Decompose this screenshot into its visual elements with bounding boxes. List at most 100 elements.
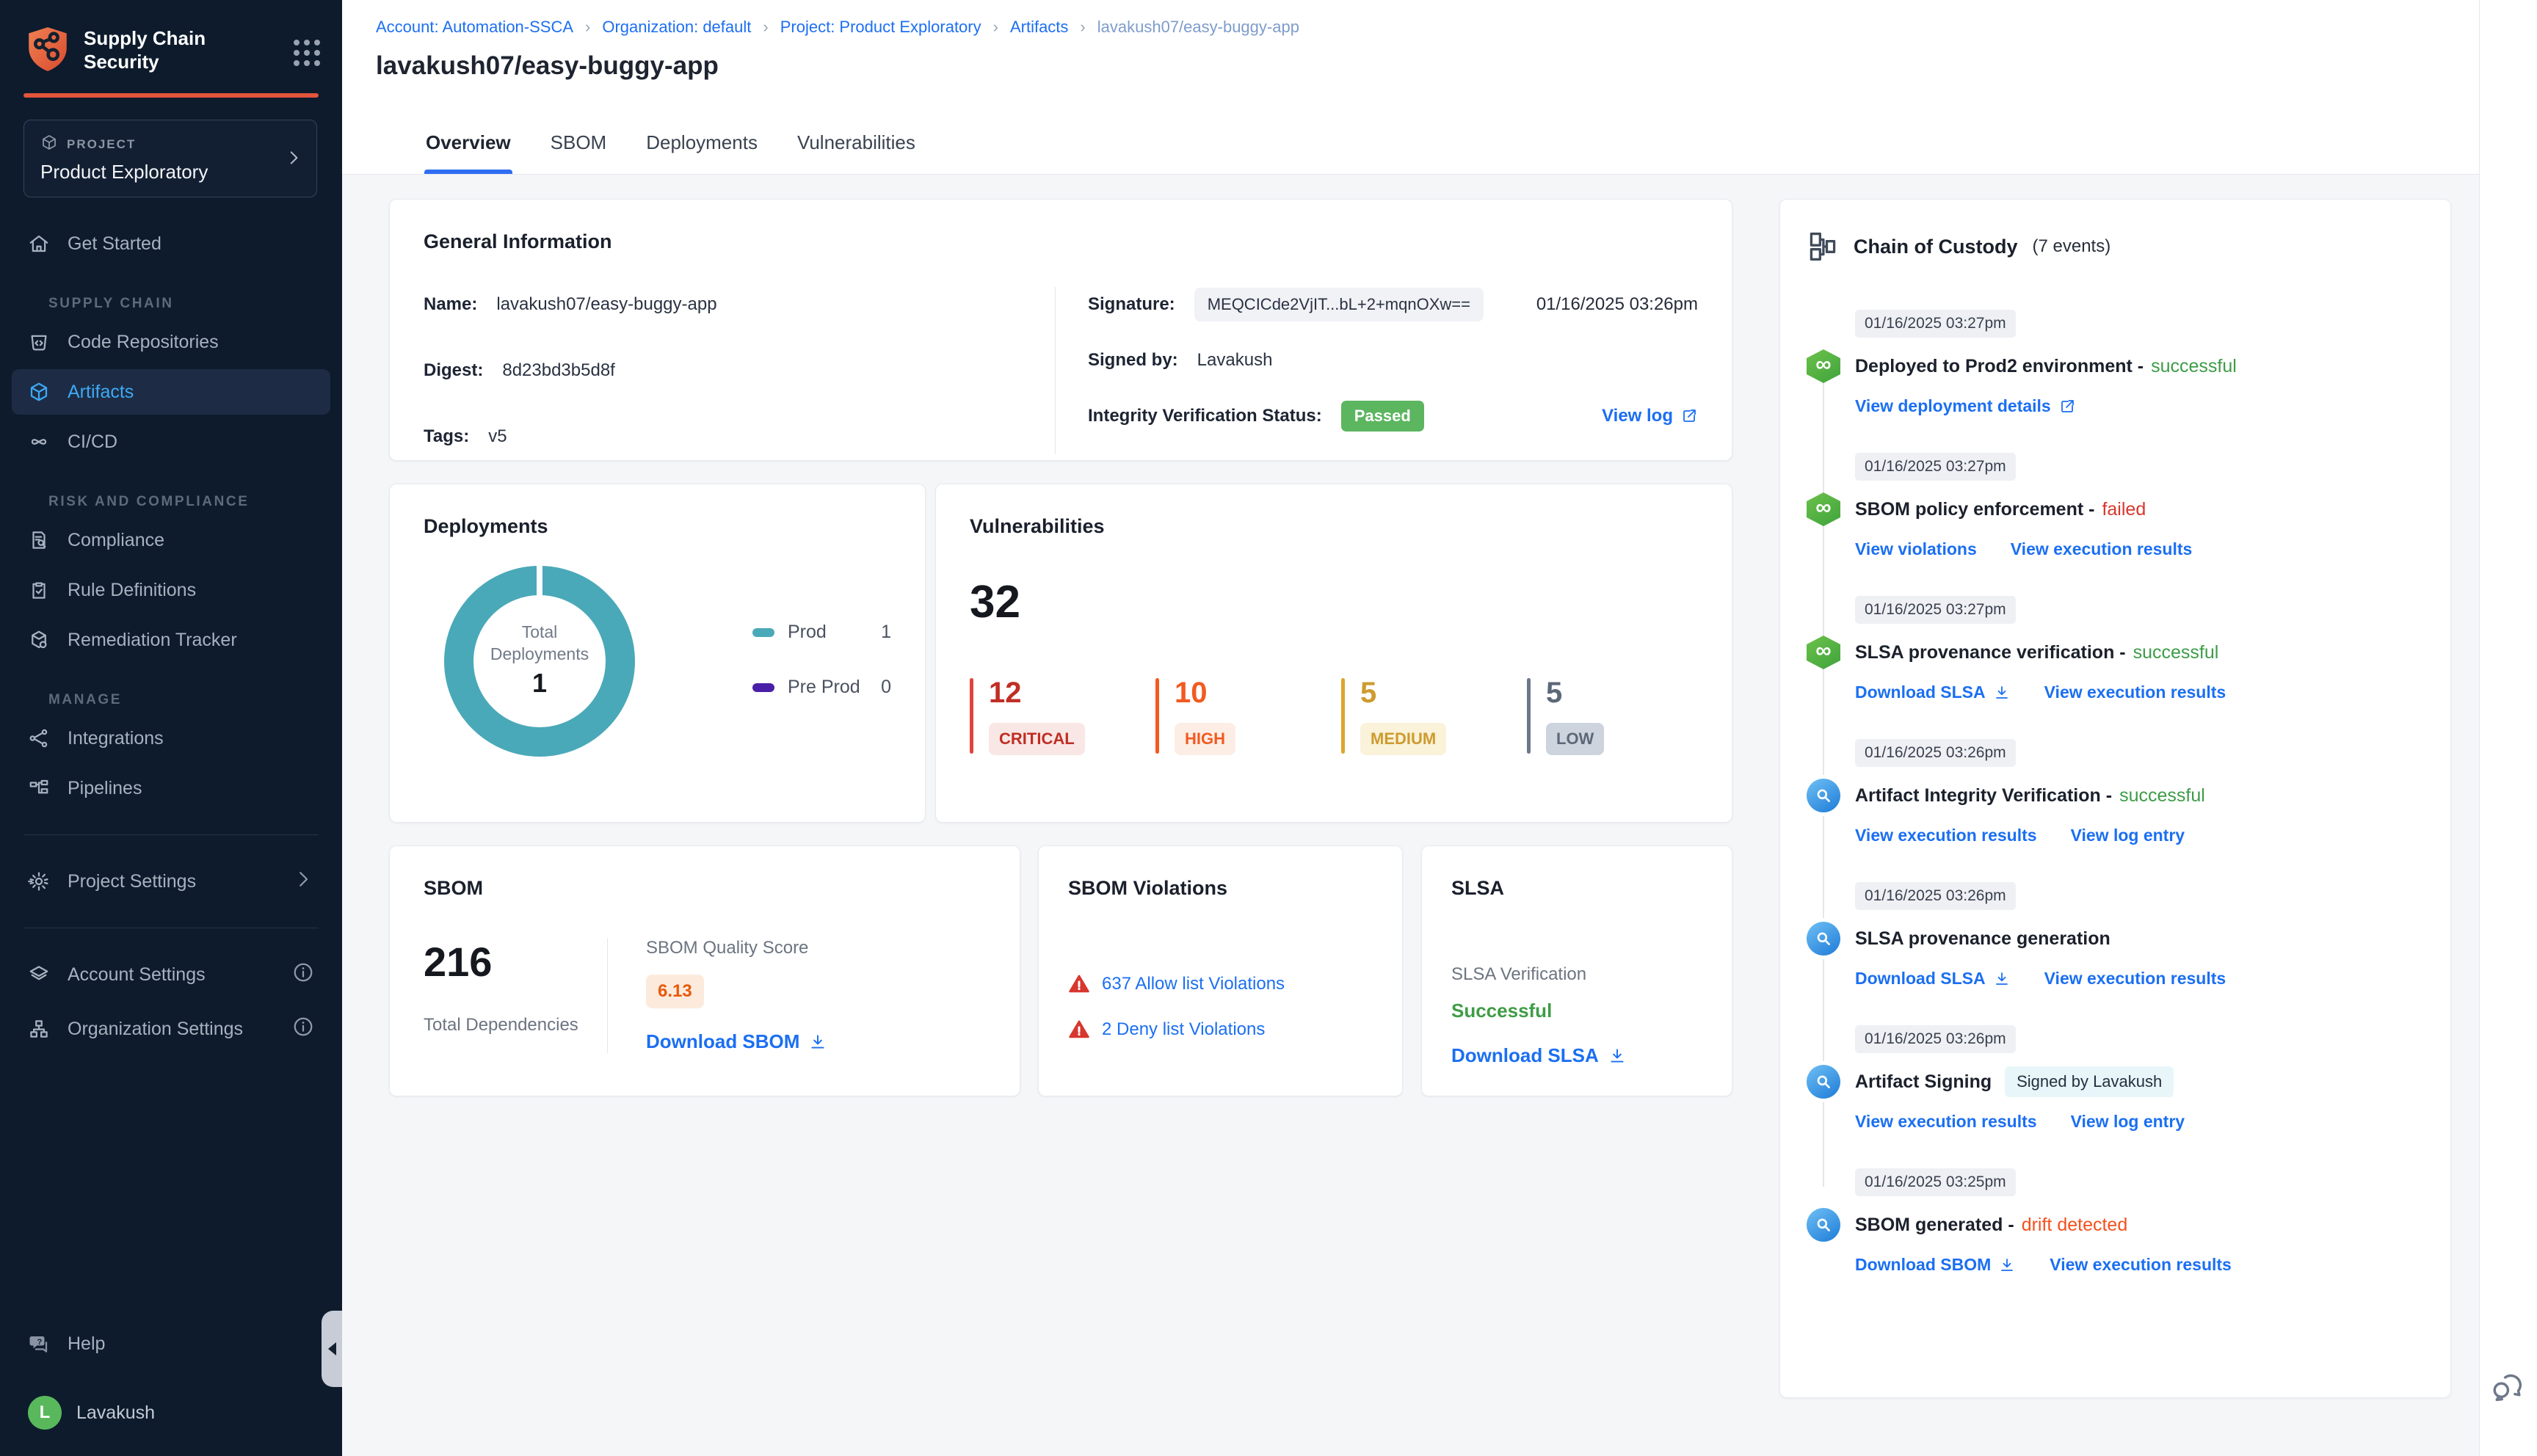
quality-score-value: 6.13	[646, 975, 704, 1008]
brand-shield-logo	[23, 25, 72, 77]
view-execution-results-link[interactable]: View execution results	[2044, 682, 2226, 702]
breadcrumb-artifacts[interactable]: Artifacts	[1010, 18, 1068, 37]
sidebar-item-integrations[interactable]: Integrations	[12, 716, 330, 761]
signature-value[interactable]: MEQCICde2VjIT...bL+2+mqnOXw==	[1194, 288, 1484, 321]
tab-vulnerabilities[interactable]: Vulnerabilities	[796, 112, 917, 174]
event-status: drift detected	[2021, 1214, 2128, 1235]
sidebar-item-pipelines[interactable]: Pipelines	[12, 765, 330, 811]
breadcrumb-organization[interactable]: Organization: default	[602, 18, 751, 37]
view-violations-link[interactable]: View violations	[1855, 539, 1977, 559]
view-execution-results-link[interactable]: View execution results	[2044, 969, 2226, 989]
brand-title: Supply Chain Security	[84, 27, 206, 73]
sidebar-item-get-started[interactable]: Get Started	[12, 221, 330, 266]
sidebar-item-cicd[interactable]: CI/CD	[12, 419, 330, 465]
sidebar-footer: ? Help L Lavakush	[0, 1317, 342, 1456]
view-execution-results-link[interactable]: View execution results	[2050, 1255, 2232, 1275]
tags-label: Tags:	[424, 426, 470, 446]
total-dependencies-label: Total Dependencies	[424, 1015, 578, 1035]
section-label-manage: MANAGE	[48, 692, 123, 707]
pipeline-icon: ∞	[1807, 636, 1840, 669]
slsa-verification-label: SLSA Verification	[1451, 964, 1587, 984]
view-deployment-details-link[interactable]: View deployment details	[1855, 396, 2076, 416]
sidebar-item-account-settings[interactable]: Account Settings	[12, 952, 330, 997]
page-title: lavakush07/easy-buggy-app	[376, 51, 719, 80]
event-timestamp: 01/16/2025 03:25pm	[1855, 1168, 2016, 1196]
event-title: Deployed to Prod2 environment - successfu…	[1855, 355, 2237, 376]
external-link-icon	[2061, 399, 2074, 412]
pre-prod-count: 0	[881, 677, 891, 697]
digest-label: Digest:	[424, 360, 484, 380]
sidebar-nav: Get Started SUPPLY CHAIN Code Repositori…	[0, 216, 342, 815]
event-status: successful	[2133, 641, 2219, 663]
user-menu[interactable]: L Lavakush	[12, 1396, 330, 1430]
view-execution-results-link[interactable]: View execution results	[1855, 1112, 2037, 1132]
sidebar-item-rule-definitions[interactable]: Rule Definitions	[12, 567, 330, 613]
card-title: General Information	[424, 230, 612, 252]
event-title: Artifact Signing Signed by Lavakush	[1855, 1066, 2174, 1097]
view-log-entry-link[interactable]: View log entry	[2071, 826, 2185, 845]
prod-swatch	[752, 627, 774, 637]
event-timestamp: 01/16/2025 03:27pm	[1855, 453, 2016, 481]
sidebar-item-artifacts[interactable]: Artifacts	[12, 369, 330, 415]
event-title: SBOM policy enforcement - failed	[1855, 498, 2146, 520]
event-title: SLSA provenance generation	[1855, 928, 2110, 949]
view-log-entry-link[interactable]: View log entry	[2071, 1112, 2185, 1132]
info-icon[interactable]	[292, 1016, 314, 1043]
custody-event: 01/16/2025 03:27pm ∞ SLSA provenance ver…	[1807, 596, 2424, 702]
download-slsa-link[interactable]: Download SLSA	[1451, 1044, 1702, 1067]
signed-by-value: Lavakush	[1197, 350, 1273, 370]
view-log-link[interactable]: View log	[1602, 406, 1698, 426]
download-sbom-link[interactable]: Download SBOM	[1855, 1255, 2016, 1275]
vulnerabilities-total: 32	[970, 577, 1020, 627]
view-execution-results-link[interactable]: View execution results	[2011, 539, 2193, 559]
sidebar-item-compliance[interactable]: Compliance	[12, 517, 330, 563]
sidebar-item-project-settings[interactable]: Project Settings	[12, 859, 330, 904]
download-slsa-link[interactable]: Download SLSA	[1855, 682, 2011, 702]
chat-feedback-icon[interactable]	[2489, 1369, 2527, 1410]
sidebar-collapse-handle[interactable]	[322, 1311, 342, 1387]
brand-accent-rule	[23, 93, 319, 98]
app-switcher-icon[interactable]	[294, 40, 320, 66]
overview-content: General Information Name: lavakush07/easy…	[342, 175, 2479, 1456]
pipeline-icon: ∞	[1807, 492, 1840, 526]
signed-by-badge: Signed by Lavakush	[2005, 1066, 2174, 1097]
code-repo-icon	[31, 335, 47, 351]
severity-low: 5 LOW	[1527, 677, 1641, 755]
divider	[607, 938, 608, 1053]
download-sbom-link[interactable]: Download SBOM	[646, 1030, 827, 1053]
severity-badge: HIGH	[1175, 723, 1235, 755]
severity-badge: MEDIUM	[1360, 723, 1447, 755]
breadcrumb-account[interactable]: Account: Automation-SSCA	[376, 18, 573, 37]
cicd-infinity-icon	[31, 439, 47, 445]
project-label: PROJECT	[67, 136, 137, 151]
download-slsa-link[interactable]: Download SLSA	[1855, 969, 2011, 989]
deployments-donut-chart: Total Deployments 1	[429, 550, 650, 770]
project-selector[interactable]: PROJECT Product Exploratory	[23, 120, 317, 197]
deny-list-violations-link[interactable]: 2 Deny list Violations	[1102, 1019, 1265, 1040]
tab-sbom[interactable]: SBOM	[549, 112, 609, 174]
chevron-right-icon	[284, 148, 303, 171]
event-title: Artifact Integrity Verification - success…	[1855, 785, 2205, 806]
sbom-card: SBOM 216 Total Dependencies SBOM Quality…	[389, 845, 1020, 1096]
deployments-legend: Prod 1 Pre Prod 0	[752, 622, 891, 698]
breadcrumb-project[interactable]: Project: Product Exploratory	[780, 18, 981, 37]
scs-scan-icon	[1807, 922, 1840, 956]
download-icon	[811, 1034, 824, 1049]
breadcrumb-separator: ›	[763, 18, 769, 36]
severity-critical: 12 CRITICAL	[970, 677, 1085, 755]
tab-deployments[interactable]: Deployments	[645, 112, 759, 174]
slsa-verification-status: Successful	[1451, 1000, 1553, 1022]
signature-date: 01/16/2025 03:26pm	[1536, 294, 1698, 314]
tab-overview[interactable]: Overview	[424, 112, 512, 174]
sidebar-item-code-repositories[interactable]: Code Repositories	[12, 319, 330, 365]
allow-list-violations-link[interactable]: 637 Allow list Violations	[1102, 974, 1285, 994]
sidebar-item-help[interactable]: ? Help	[12, 1321, 330, 1366]
user-name: Lavakush	[76, 1402, 156, 1423]
view-execution-results-link[interactable]: View execution results	[1855, 826, 2037, 845]
custody-event: 01/16/2025 03:27pm ∞ Deployed to Prod2 e…	[1807, 310, 2424, 416]
supply-chain-security-app: Supply Chain Security PROJECT Product Ex…	[0, 0, 2537, 1456]
info-icon[interactable]	[292, 961, 314, 989]
sidebar-item-organization-settings[interactable]: Organization Settings	[12, 1006, 330, 1052]
scs-scan-icon	[1807, 1208, 1840, 1242]
sidebar-item-remediation-tracker[interactable]: Remediation Tracker	[12, 617, 330, 663]
